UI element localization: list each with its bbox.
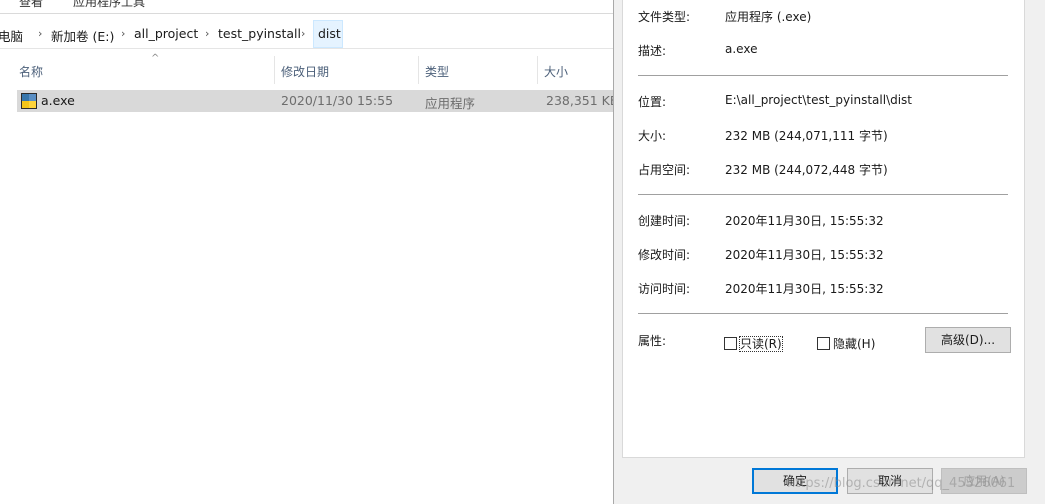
column-header-size-label: 大小: [544, 65, 569, 79]
hidden-checkbox[interactable]: 隐藏(H): [817, 335, 875, 352]
divider: [638, 194, 1008, 195]
apply-button[interactable]: 应用(A): [941, 468, 1027, 494]
readonly-checkbox-label: 只读(R): [739, 336, 783, 352]
ribbon-tab-view[interactable]: 查看: [19, 0, 43, 10]
size-on-disk-value: 232 MB (244,072,448 字节): [725, 163, 888, 177]
ribbon-tab-app-tools[interactable]: 应用程序工具: [73, 0, 145, 10]
attributes-label: 属性:: [638, 334, 667, 348]
chevron-right-icon[interactable]: ›: [301, 27, 305, 40]
location-value: E:\all_project\test_pyinstall\dist: [725, 93, 913, 107]
column-header-name-label: 名称: [19, 65, 44, 79]
size-value: 232 MB (244,071,111 字节): [725, 129, 888, 143]
general-tab-panel: 文件类型: 应用程序 (.exe) 描述: a.exe 位置: E:\all_p…: [622, 0, 1025, 458]
properties-dialog: 文件类型: 应用程序 (.exe) 描述: a.exe 位置: E:\all_p…: [613, 0, 1045, 504]
breadcrumb-all-project[interactable]: all_project: [134, 26, 198, 41]
column-header-modified[interactable]: 修改日期: [275, 56, 419, 84]
breadcrumb-test-pyinstall[interactable]: test_pyinstall: [218, 26, 301, 41]
description-value: a.exe: [725, 42, 758, 56]
file-type-value: 应用程序 (.exe): [725, 10, 812, 24]
modified-value: 2020年11月30日, 15:55:32: [725, 248, 884, 262]
column-header-type-label: 类型: [425, 65, 450, 79]
checkbox-unchecked-icon[interactable]: [817, 337, 830, 350]
accessed-value: 2020年11月30日, 15:55:32: [725, 282, 884, 296]
file-size: 238,351 KB: [546, 93, 619, 108]
column-header-modified-label: 修改日期: [281, 65, 330, 79]
created-value: 2020年11月30日, 15:55:32: [725, 214, 884, 228]
cancel-button[interactable]: 取消: [847, 468, 933, 494]
column-header-name[interactable]: 名称 ^: [13, 53, 275, 84]
hidden-checkbox-label: 隐藏(H): [833, 337, 876, 351]
ok-button[interactable]: 确定: [752, 468, 838, 494]
python-exe-icon: [21, 93, 37, 109]
file-type: 应用程序: [425, 96, 476, 111]
checkbox-unchecked-icon[interactable]: [724, 337, 737, 350]
divider: [638, 75, 1008, 76]
file-name: a.exe: [41, 93, 75, 108]
location-label: 位置:: [638, 95, 667, 109]
sort-ascending-icon: ^: [151, 53, 160, 64]
file-type-label: 文件类型:: [638, 10, 691, 24]
size-label: 大小:: [638, 129, 667, 143]
divider: [638, 313, 1008, 314]
breadcrumb-drive-e[interactable]: 新加卷 (E:): [51, 26, 114, 45]
modified-label: 修改时间:: [638, 248, 691, 262]
created-label: 创建时间:: [638, 214, 691, 228]
chevron-right-icon[interactable]: ›: [38, 27, 42, 40]
column-header-size[interactable]: 大小: [538, 56, 614, 84]
screen: 查看 应用程序工具 电脑 › 新加卷 (E:) › all_project › …: [0, 0, 1045, 504]
breadcrumb: 电脑 › 新加卷 (E:) › all_project › test_pyins…: [0, 19, 614, 49]
readonly-checkbox[interactable]: 只读(R): [724, 335, 783, 352]
breadcrumb-dist-label: dist: [318, 26, 341, 41]
ribbon: 查看 应用程序工具: [0, 0, 614, 14]
accessed-label: 访问时间:: [638, 282, 691, 296]
breadcrumb-dist[interactable]: dist: [313, 20, 343, 48]
size-on-disk-label: 占用空间:: [638, 163, 691, 177]
chevron-right-icon[interactable]: ›: [205, 27, 209, 40]
table-row[interactable]: a.exe 2020/11/30 15:55 应用程序 238,351 KB: [17, 90, 618, 112]
column-header-type[interactable]: 类型: [419, 56, 538, 84]
column-header-row: 名称 ^ 修改日期 类型 大小: [0, 53, 614, 84]
breadcrumb-this-pc[interactable]: 电脑: [0, 26, 23, 45]
description-label: 描述:: [638, 44, 667, 58]
chevron-right-icon[interactable]: ›: [121, 27, 125, 40]
file-modified: 2020/11/30 15:55: [281, 93, 394, 108]
advanced-button[interactable]: 高级(D)...: [925, 327, 1011, 353]
